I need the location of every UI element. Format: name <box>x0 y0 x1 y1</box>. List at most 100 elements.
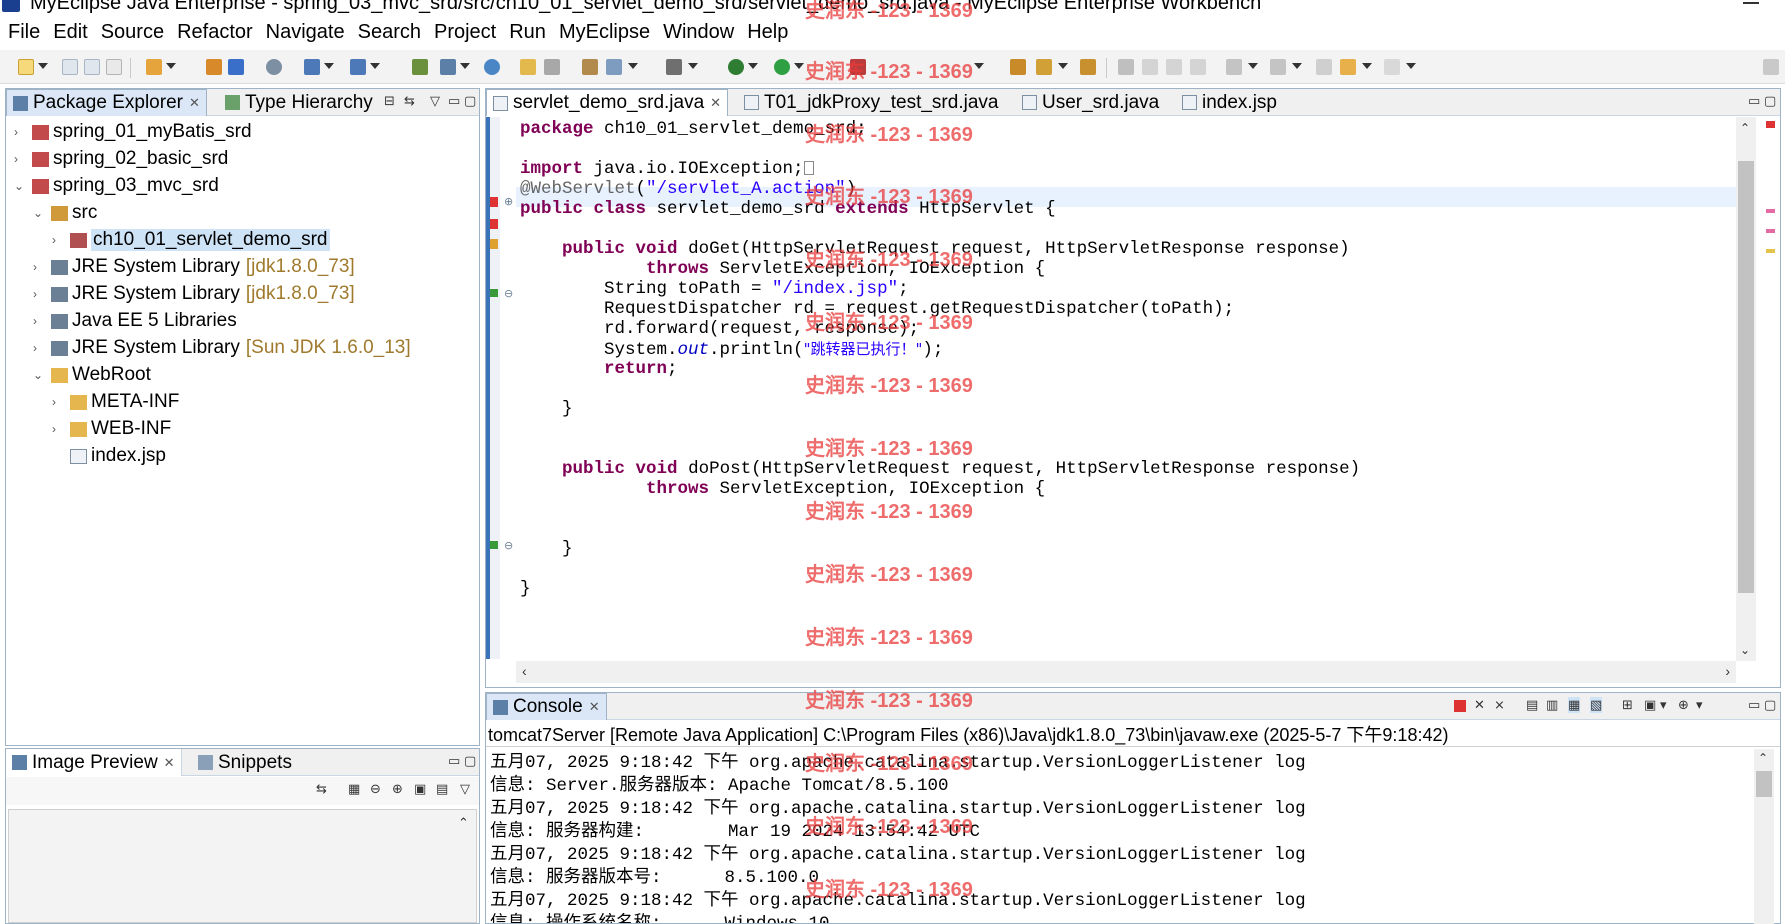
error-overview-marker[interactable] <box>1766 229 1775 233</box>
open-file-icon[interactable] <box>544 59 560 75</box>
menu-navigate[interactable]: Navigate <box>266 21 354 44</box>
back-dropdown-icon[interactable] <box>1362 63 1372 69</box>
sync-icon[interactable]: ⇆ <box>316 781 327 797</box>
deploy-dropdown-icon[interactable] <box>166 63 176 69</box>
collapse-fold-icon[interactable]: ⊖ <box>504 287 513 300</box>
show-on-stderr-icon[interactable]: ▧ <box>1590 697 1603 713</box>
back-icon[interactable] <box>1340 59 1356 75</box>
fit-icon[interactable]: ▦ <box>348 781 360 797</box>
last-edit-icon[interactable] <box>1316 59 1332 75</box>
expand-arrow-icon[interactable]: › <box>33 342 43 354</box>
pencil-dropdown-icon[interactable] <box>1058 63 1068 69</box>
collapse-all-icon[interactable]: ⊟ <box>384 93 395 109</box>
tab-servlet-demo-srd[interactable]: servlet_demo_srd.java ✕ <box>486 89 729 116</box>
expand-arrow-icon[interactable]: › <box>33 261 43 273</box>
scrollbar-thumb[interactable] <box>1756 771 1772 797</box>
search-dropdown-icon[interactable] <box>628 63 638 69</box>
scroll-up-icon[interactable]: ⌃ <box>1758 751 1768 765</box>
console-output[interactable]: 五月07, 2025 9:18:42 下午 org.apache.catalin… <box>486 746 1780 923</box>
tree-item-library[interactable]: › JRE System Library [jdk1.8.0_73] <box>33 255 355 279</box>
maximize-icon[interactable]: ▢ <box>464 753 476 769</box>
new-java-project-icon[interactable] <box>412 59 428 75</box>
profile-icon[interactable] <box>350 59 366 75</box>
expand-arrow-icon[interactable]: › <box>52 234 62 246</box>
menu-project[interactable]: Project <box>434 21 505 44</box>
tab-type-hierarchy[interactable]: Type Hierarchy <box>219 89 379 116</box>
maximize-icon[interactable]: ▢ <box>1764 697 1776 713</box>
menu-window[interactable]: Window <box>663 21 743 44</box>
server-icon[interactable] <box>206 59 222 75</box>
remove-all-launches-icon[interactable]: ⨯ <box>1494 697 1505 713</box>
database-icon[interactable] <box>228 59 244 75</box>
menu-edit[interactable]: Edit <box>53 21 96 44</box>
new-package-dropdown-icon[interactable] <box>460 63 470 69</box>
tab-t01-jdkproxy[interactable]: T01_jdkProxy_test_srd.java <box>738 89 1004 116</box>
fit-window-icon[interactable]: ▤ <box>436 781 448 797</box>
search-icon[interactable] <box>606 59 622 75</box>
deploy-icon[interactable] <box>146 59 162 75</box>
minimize-icon[interactable]: ▭ <box>1748 93 1760 109</box>
expand-arrow-icon[interactable]: › <box>52 423 62 435</box>
pin-console-icon[interactable]: ⊞ <box>1622 697 1633 713</box>
pencil-icon[interactable] <box>1036 59 1052 75</box>
expand-arrow-icon[interactable]: › <box>14 126 24 138</box>
new-package-icon[interactable] <box>440 59 456 75</box>
scroll-left-icon[interactable]: ‹ <box>522 663 527 679</box>
remove-launch-icon[interactable]: ✕ <box>1474 697 1485 713</box>
print-icon[interactable] <box>106 59 122 75</box>
tree-item-project[interactable]: › spring_02_basic_srd <box>14 147 228 171</box>
editor-horizontal-scrollbar[interactable]: ‹ › <box>516 661 1736 683</box>
close-icon[interactable]: ✕ <box>164 755 175 771</box>
run-wizard-dropdown-icon[interactable] <box>324 63 334 69</box>
menu-myeclipse[interactable]: MyEclipse <box>559 21 659 44</box>
tab-snippets[interactable]: Snippets <box>192 749 298 776</box>
tab-package-explorer[interactable]: Package Explorer ✕ <box>6 89 207 116</box>
run-wizard-icon[interactable] <box>304 59 320 75</box>
zoom-in-icon[interactable]: ⊕ <box>392 781 403 797</box>
error-summary-icon[interactable] <box>1766 121 1775 128</box>
display-console-dropdown-icon[interactable]: ▾ <box>1660 697 1667 713</box>
console-vertical-scrollbar[interactable]: ⌃ <box>1754 749 1774 924</box>
warning-overview-marker[interactable] <box>1766 249 1775 253</box>
tab-console[interactable]: Console ✕ <box>486 693 607 720</box>
menu-source[interactable]: Source <box>101 21 173 44</box>
open-perspective-icon[interactable] <box>1763 59 1779 75</box>
debug-dropdown-icon[interactable] <box>748 63 758 69</box>
collapse-arrow-icon[interactable]: ⌄ <box>14 180 24 192</box>
external-tools-dropdown-icon[interactable] <box>974 63 984 69</box>
toggle-mark-icon[interactable] <box>1118 59 1134 75</box>
profile-dropdown-icon[interactable] <box>370 63 380 69</box>
debug-icon[interactable] <box>728 59 744 75</box>
previous-annotation-icon[interactable] <box>1270 59 1286 75</box>
terminate-icon[interactable] <box>1454 700 1466 712</box>
collapse-arrow-icon[interactable]: ⌄ <box>33 369 43 381</box>
open-console-icon[interactable]: ⊕ <box>1678 697 1689 713</box>
save-icon[interactable] <box>62 59 78 75</box>
menu-search[interactable]: Search <box>358 21 430 44</box>
tree-item-project[interactable]: › spring_01_myBatis_srd <box>14 120 252 144</box>
bookmark-icon[interactable] <box>1080 59 1096 75</box>
expand-arrow-icon[interactable]: › <box>33 288 43 300</box>
toggle-block-icon[interactable] <box>1142 59 1158 75</box>
view-menu-icon[interactable]: ▽ <box>430 93 440 109</box>
menu-refactor[interactable]: Refactor <box>177 21 262 44</box>
zoom-out-icon[interactable]: ⊖ <box>370 781 381 797</box>
open-console-dropdown-icon[interactable]: ▾ <box>1696 697 1703 713</box>
external-tools-icon[interactable] <box>850 59 866 75</box>
tree-item-folder[interactable]: › WEB-INF <box>52 417 171 441</box>
scrollbar-thumb[interactable] <box>1738 161 1754 593</box>
menu-help[interactable]: Help <box>747 21 797 44</box>
tree-item-folder[interactable]: ⌄ WebRoot <box>33 363 151 387</box>
display-console-icon[interactable]: ▣ <box>1644 697 1656 713</box>
collapse-fold-icon[interactable]: ⊖ <box>504 539 513 552</box>
next-annotation-dropdown-icon[interactable] <box>1248 63 1258 69</box>
tree-item-project[interactable]: ⌄ spring_03_mvc_srd <box>14 174 219 198</box>
tree-item-file[interactable]: index.jsp <box>70 444 166 468</box>
folded-imports-icon[interactable] <box>803 161 814 176</box>
error-overview-marker[interactable] <box>1766 209 1775 213</box>
actual-size-icon[interactable]: ▣ <box>414 781 426 797</box>
code-area[interactable]: package ch10_01_servlet_demo_srd; import… <box>520 119 1730 659</box>
collapse-arrow-icon[interactable]: ⌄ <box>33 207 43 219</box>
forward-icon[interactable] <box>1384 59 1400 75</box>
editor-vertical-scrollbar[interactable]: ⌃ ⌄ <box>1736 117 1756 661</box>
